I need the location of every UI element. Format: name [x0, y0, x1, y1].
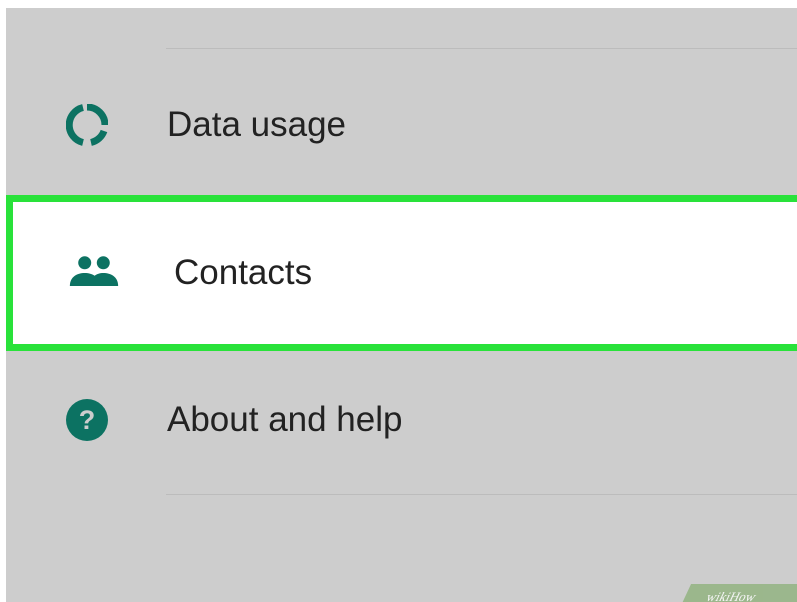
- watermark-text: wikiHow: [703, 589, 760, 602]
- menu-item-contacts[interactable]: Contacts: [6, 195, 797, 351]
- data-usage-icon: [61, 99, 113, 151]
- menu-item-data-usage[interactable]: Data usage: [6, 50, 797, 200]
- settings-screen: Data usage Contacts ? About and help wik…: [6, 8, 797, 602]
- svg-text:?: ?: [79, 405, 96, 435]
- help-icon: ?: [61, 394, 113, 446]
- menu-item-label: About and help: [167, 400, 403, 439]
- wikihow-watermark: wikiHow: [678, 584, 797, 602]
- top-divider: [166, 48, 797, 49]
- menu-item-label: Contacts: [174, 253, 313, 292]
- bottom-divider: [166, 494, 797, 495]
- menu-item-label: Data usage: [167, 105, 347, 144]
- menu-item-about-help[interactable]: ? About and help: [6, 345, 797, 495]
- contacts-icon: [68, 247, 120, 299]
